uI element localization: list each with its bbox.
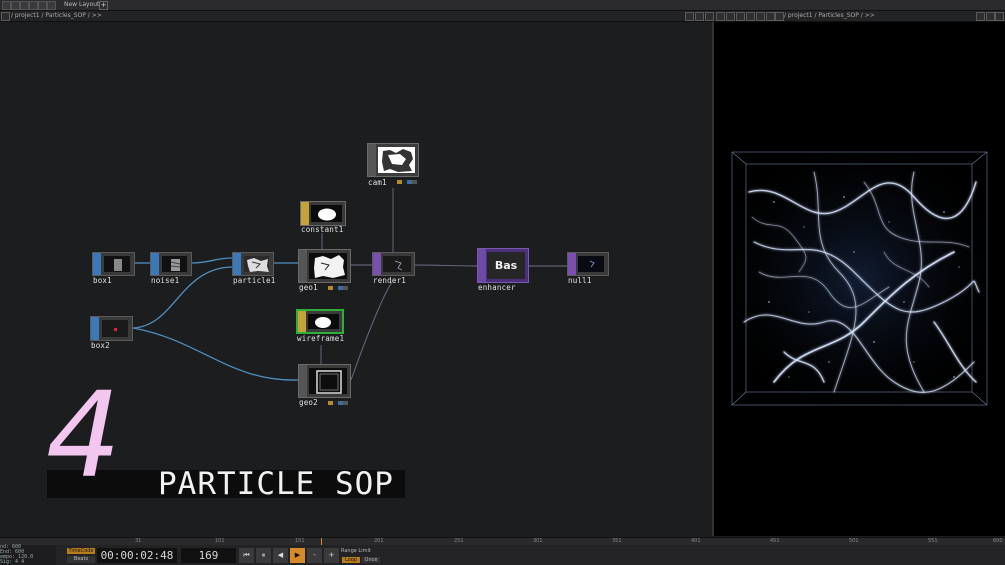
geo2-thumbnail <box>316 370 342 394</box>
title-text: PARTICLE SOP <box>158 466 394 502</box>
particle-render-image <box>731 151 988 406</box>
menu-icon[interactable] <box>2 1 11 10</box>
node-label: enhancer <box>478 283 516 292</box>
ruler-tick: 551 <box>928 538 938 544</box>
pane-option-icon[interactable] <box>685 12 694 21</box>
timecode-display[interactable]: 00:00:02:48 <box>97 548 177 563</box>
null-thumbnail <box>589 260 595 268</box>
play-backward-button[interactable]: ◀ <box>273 548 288 563</box>
node-noise1[interactable]: noise1 <box>150 252 192 285</box>
node-render1[interactable]: render1 <box>372 252 415 285</box>
node-label: box2 <box>91 341 110 350</box>
viewer-icon[interactable] <box>736 12 745 21</box>
pane-icon[interactable] <box>29 1 38 10</box>
node-label: constant1 <box>301 225 344 234</box>
viewer-icon[interactable] <box>726 12 735 21</box>
tab-bar: New Layout + <box>0 0 1005 11</box>
signature-info: Sig: 4 4 <box>0 559 25 565</box>
node-geo2[interactable]: geo2 <box>298 364 351 407</box>
node-label: particle1 <box>233 276 276 285</box>
node-wireframe1[interactable]: wireframe1 <box>296 309 345 343</box>
path-bar: / project1 / Particles_SOP / >> / projec… <box>0 11 1005 22</box>
node-label: wireframe1 <box>297 334 345 343</box>
home-icon[interactable] <box>1 12 10 21</box>
step-forward-button[interactable]: + <box>324 548 339 563</box>
timeline-info: nd: 600 End: 600 empo: 120.0 Sig: 4 4 <box>0 545 56 565</box>
viewer-icon[interactable] <box>746 12 755 21</box>
constant-thumbnail <box>318 208 336 221</box>
node-box1[interactable]: box1 <box>92 252 135 285</box>
ruler-tick: 301 <box>533 538 543 544</box>
pane-option-icon[interactable] <box>986 12 995 21</box>
viewer-icon[interactable] <box>756 12 765 21</box>
node-label: geo2 <box>299 398 318 407</box>
pane-icon[interactable] <box>38 1 47 10</box>
title-number: 4 <box>46 366 122 504</box>
render-thumbnail <box>394 260 403 271</box>
pane-option-icon[interactable] <box>705 12 714 21</box>
box-thumbnail <box>114 259 122 271</box>
node-label: null1 <box>568 276 592 285</box>
step-back-button[interactable]: - <box>307 548 322 563</box>
node-constant1[interactable]: constant1 <box>300 201 346 234</box>
add-tab-button[interactable]: + <box>99 1 108 10</box>
layout-icon[interactable] <box>11 1 20 10</box>
beats-toggle[interactable]: Beats <box>67 556 95 563</box>
ruler-tick: 351 <box>612 538 622 544</box>
ruler-tick: 401 <box>691 538 701 544</box>
wireframe-thumbnail <box>315 317 331 328</box>
pane-option-icon[interactable] <box>995 12 1004 21</box>
back-icon[interactable] <box>716 12 725 21</box>
node-enhancer[interactable]: Bas enhancer <box>477 248 529 292</box>
loop-toggle[interactable]: Loop <box>342 557 360 563</box>
node-label: render1 <box>373 276 407 285</box>
ruler-tick: 600 <box>993 538 1003 544</box>
ruler-tick: 151 <box>295 538 305 544</box>
pause-button[interactable]: ⏸ <box>256 548 271 563</box>
enhancer-thumbnail: Bas <box>487 252 525 279</box>
play-forward-button[interactable]: ▶ <box>290 548 305 563</box>
node-label: geo1 <box>299 283 318 292</box>
cam-thumbnail <box>382 149 413 172</box>
ruler-tick: 251 <box>454 538 464 544</box>
home-icon[interactable] <box>775 12 784 21</box>
ruler-tick: 451 <box>770 538 780 544</box>
once-toggle[interactable]: Once <box>362 557 380 563</box>
particle-thumbnail <box>247 258 269 272</box>
pane-icon[interactable] <box>47 1 56 10</box>
rewind-to-start-button[interactable]: ⏮ <box>239 548 254 563</box>
ruler-tick: 31 <box>135 538 142 544</box>
box2-thumbnail <box>114 328 117 331</box>
node-label: box1 <box>93 276 112 285</box>
network-path[interactable]: / project1 / Particles_SOP / >> <box>11 11 102 21</box>
node-label: noise1 <box>151 276 180 285</box>
node-box2[interactable]: box2 <box>90 316 133 350</box>
timeline-bar: nd: 600 End: 600 empo: 120.0 Sig: 4 4 Ti… <box>0 545 1005 565</box>
noise-thumbnail <box>170 259 181 271</box>
render-viewer[interactable] <box>714 22 1005 536</box>
ruler-tick: 201 <box>374 538 384 544</box>
node-geo1[interactable]: geo1 <box>298 249 351 292</box>
node-null1[interactable]: null1 <box>567 252 609 285</box>
node-label: cam1 <box>368 178 387 187</box>
tab-new-layout[interactable]: New Layout <box>64 0 99 10</box>
pane-option-icon[interactable] <box>976 12 985 21</box>
viewer-path[interactable]: / project1 / Particles_SOP / >> <box>784 11 875 21</box>
ruler-tick: 101 <box>215 538 225 544</box>
timecode-toggle[interactable]: TimeCode <box>67 548 95 554</box>
node-cam1[interactable]: cam1 <box>367 143 419 188</box>
node-particle1[interactable]: particle1 <box>232 252 276 285</box>
ruler-tick: 501 <box>849 538 859 544</box>
frame-field[interactable]: 169 <box>181 548 236 563</box>
geo-thumbnail <box>314 255 345 278</box>
pane-option-icon[interactable] <box>695 12 704 21</box>
viewer-icon[interactable] <box>766 12 775 21</box>
range-limit-label: Range Limit <box>341 548 371 554</box>
split-icon[interactable] <box>20 1 29 10</box>
